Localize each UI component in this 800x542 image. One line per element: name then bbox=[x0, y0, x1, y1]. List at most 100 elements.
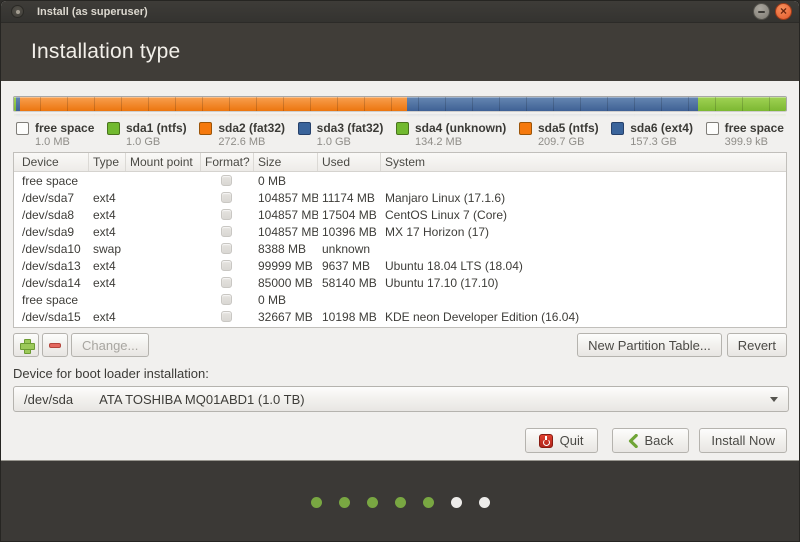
remove-partition-button[interactable] bbox=[42, 333, 68, 357]
free-space-swatch bbox=[706, 122, 719, 135]
legend-size: 272.6 MB bbox=[218, 136, 285, 148]
window-controls: × bbox=[753, 3, 792, 20]
revert-button[interactable]: Revert bbox=[727, 333, 787, 357]
chevron-left-icon bbox=[628, 434, 638, 448]
progress-dot bbox=[423, 497, 434, 508]
disk-bar-reflection bbox=[13, 113, 787, 118]
bootloader-select[interactable]: /dev/sda ATA TOSHIBA MQ01ABD1 (1.0 TB) bbox=[13, 386, 789, 412]
bootloader-description: ATA TOSHIBA MQ01ABD1 (1.0 TB) bbox=[99, 392, 304, 407]
navigation-buttons: Quit Back Install Now bbox=[13, 428, 787, 453]
page-title: Installation type bbox=[31, 40, 180, 64]
cell-size: 99999 MB bbox=[254, 259, 318, 273]
minimize-button[interactable] bbox=[753, 3, 770, 20]
cell-system: Ubuntu 17.10 (17.10) bbox=[381, 276, 786, 290]
cell-used: unknown bbox=[318, 242, 381, 256]
legend-label: sda1 (ntfs) bbox=[126, 121, 187, 135]
partition-row[interactable]: /dev/sda14 ext4 85000 MB 58140 MB Ubuntu… bbox=[14, 274, 786, 291]
progress-dot bbox=[451, 497, 462, 508]
titlebar[interactable]: Install (as superuser) × bbox=[1, 1, 799, 23]
cell-used: 10396 MB bbox=[318, 225, 381, 239]
bootloader-label: Device for boot loader installation: bbox=[13, 366, 787, 381]
sda6-swatch bbox=[611, 122, 624, 135]
partition-row[interactable]: free space 0 MB bbox=[14, 172, 786, 189]
back-button[interactable]: Back bbox=[612, 428, 690, 453]
cell-used: 10198 MB bbox=[318, 310, 381, 324]
partition-row[interactable]: /dev/sda13 ext4 99999 MB 9637 MB Ubuntu … bbox=[14, 257, 786, 274]
legend-label: sda6 (ext4) bbox=[630, 121, 693, 135]
partition-row[interactable]: free space 0 MB bbox=[14, 291, 786, 308]
cell-size: 104857 MB bbox=[254, 191, 318, 205]
partition-row[interactable]: /dev/sda9 ext4 104857 MB 10396 MB MX 17 … bbox=[14, 223, 786, 240]
bar-cell-lines bbox=[14, 114, 786, 117]
partition-row[interactable]: /dev/sda8 ext4 104857 MB 17504 MB CentOS… bbox=[14, 206, 786, 223]
legend-size: 1.0 GB bbox=[317, 136, 384, 148]
cell-size: 0 MB bbox=[254, 174, 318, 188]
format-checkbox[interactable] bbox=[221, 277, 232, 288]
format-checkbox[interactable] bbox=[221, 226, 232, 237]
legend-item: sda4 (unknown) 134.2 MB bbox=[396, 121, 506, 148]
disk-partition-bar bbox=[13, 96, 787, 112]
legend-size: 1.0 GB bbox=[126, 136, 187, 148]
change-partition-button[interactable]: Change... bbox=[71, 333, 149, 357]
close-button[interactable]: × bbox=[775, 3, 792, 20]
cell-device: /dev/sda9 bbox=[14, 225, 89, 239]
column-header-mount-point: Mount point bbox=[126, 153, 201, 171]
main-content: free space 1.0 MB sda1 (ntfs) 1.0 GB sda… bbox=[1, 81, 799, 460]
free-space-swatch bbox=[16, 122, 29, 135]
sda1-swatch bbox=[107, 122, 120, 135]
cell-system: KDE neon Developer Edition (16.04) bbox=[381, 310, 786, 324]
page-header: Installation type bbox=[1, 23, 799, 81]
partition-row[interactable]: /dev/sda7 ext4 104857 MB 11174 MB Manjar… bbox=[14, 189, 786, 206]
legend-label: sda3 (fat32) bbox=[317, 121, 384, 135]
legend-size: 157.3 GB bbox=[630, 136, 693, 148]
chevron-down-icon bbox=[770, 397, 778, 402]
cell-used: 58140 MB bbox=[318, 276, 381, 290]
new-partition-table-button[interactable]: New Partition Table... bbox=[577, 333, 722, 357]
installer-window: Install (as superuser) × Installation ty… bbox=[0, 0, 800, 542]
cell-device: /dev/sda13 bbox=[14, 259, 89, 273]
format-checkbox[interactable] bbox=[221, 209, 232, 220]
sda3-swatch bbox=[298, 122, 311, 135]
install-now-button[interactable]: Install Now bbox=[699, 428, 787, 453]
table-header: Device Type Mount point Format? Size Use… bbox=[14, 153, 786, 172]
column-header-device: Device bbox=[14, 153, 89, 171]
format-checkbox[interactable] bbox=[221, 243, 232, 254]
column-header-format: Format? bbox=[201, 153, 254, 171]
disk-bar-wrap bbox=[13, 96, 787, 118]
plus-icon bbox=[20, 339, 33, 352]
format-checkbox[interactable] bbox=[221, 294, 232, 305]
cell-used: 9637 MB bbox=[318, 259, 381, 273]
progress-dots bbox=[311, 497, 490, 508]
partition-row[interactable]: /dev/sda15 ext4 32667 MB 10198 MB KDE ne… bbox=[14, 308, 786, 325]
column-header-type: Type bbox=[89, 153, 126, 171]
add-partition-button[interactable] bbox=[13, 333, 39, 357]
format-checkbox[interactable] bbox=[221, 311, 232, 322]
progress-dot bbox=[395, 497, 406, 508]
progress-dot bbox=[367, 497, 378, 508]
sda4-swatch bbox=[396, 122, 409, 135]
partition-actions: Change... New Partition Table... Revert bbox=[13, 333, 787, 357]
cell-type: ext4 bbox=[89, 191, 126, 205]
cell-size: 104857 MB bbox=[254, 208, 318, 222]
cell-size: 85000 MB bbox=[254, 276, 318, 290]
cell-size: 32667 MB bbox=[254, 310, 318, 324]
format-checkbox[interactable] bbox=[221, 192, 232, 203]
window-title: Install (as superuser) bbox=[37, 6, 148, 18]
progress-dot bbox=[479, 497, 490, 508]
cell-device: free space bbox=[14, 174, 89, 188]
quit-label: Quit bbox=[560, 433, 584, 448]
legend-item: sda2 (fat32) 272.6 MB bbox=[199, 121, 285, 148]
cell-size: 104857 MB bbox=[254, 225, 318, 239]
format-checkbox[interactable] bbox=[221, 260, 232, 271]
minus-icon bbox=[49, 343, 61, 348]
legend-item: sda3 (fat32) 1.0 GB bbox=[298, 121, 384, 148]
format-checkbox[interactable] bbox=[221, 175, 232, 186]
cell-device: /dev/sda15 bbox=[14, 310, 89, 324]
legend-item: free space 1.0 MB bbox=[16, 121, 94, 148]
legend-item: sda5 (ntfs) 209.7 GB bbox=[519, 121, 599, 148]
quit-button[interactable]: Quit bbox=[525, 428, 598, 453]
partition-legend: free space 1.0 MB sda1 (ntfs) 1.0 GB sda… bbox=[16, 121, 784, 148]
window-icon bbox=[11, 5, 24, 18]
partition-row[interactable]: /dev/sda10 swap 8388 MB unknown bbox=[14, 240, 786, 257]
partition-table: Device Type Mount point Format? Size Use… bbox=[13, 152, 787, 328]
